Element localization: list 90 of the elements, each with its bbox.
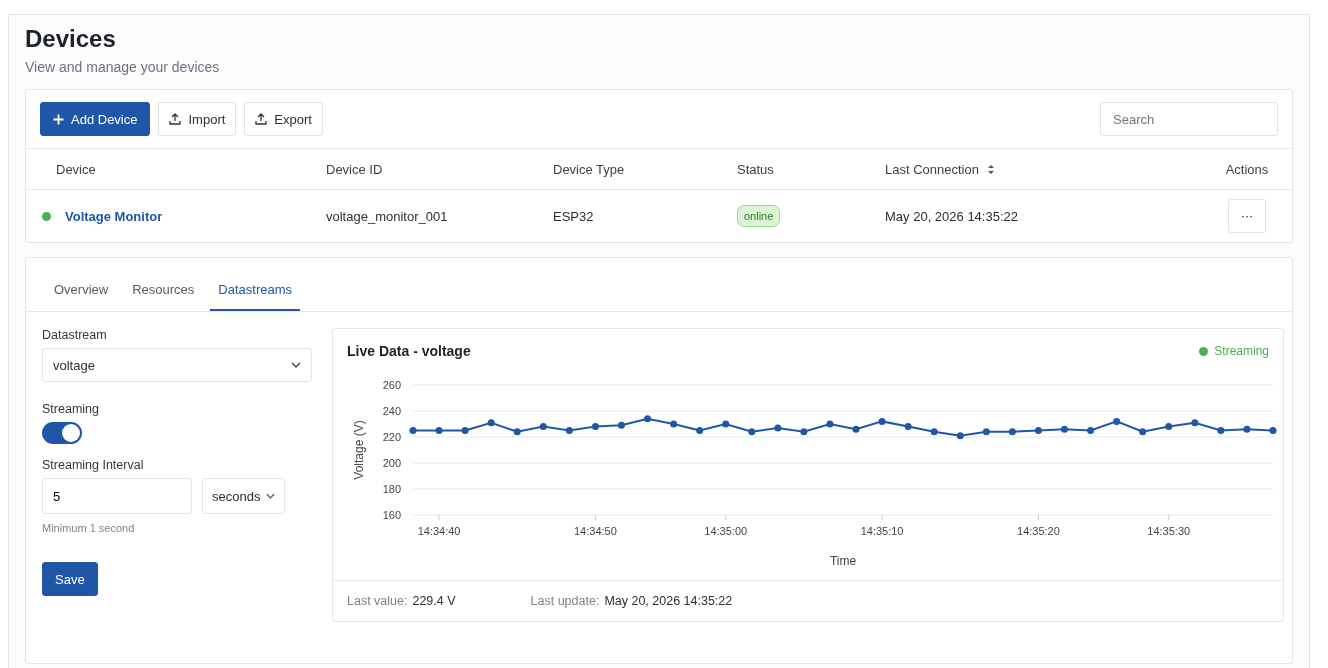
chevron-down-icon bbox=[266, 493, 276, 499]
point bbox=[617, 421, 625, 429]
column-header: Device ID bbox=[326, 161, 384, 177]
point bbox=[930, 428, 938, 436]
point bbox=[1217, 427, 1225, 434]
device-link[interactable]: Voltage Monitor bbox=[65, 208, 163, 224]
point bbox=[409, 427, 417, 434]
search-field[interactable]: Search bbox=[1100, 102, 1278, 136]
x-tick-label: 14:34:50 bbox=[574, 525, 617, 537]
column-header: Status bbox=[737, 161, 775, 177]
table-cell-text: ESP32 bbox=[553, 208, 595, 224]
point bbox=[1034, 427, 1042, 434]
plus-icon bbox=[53, 113, 64, 125]
field-label: Streaming bbox=[42, 402, 100, 416]
x-tick-label: 14:35:20 bbox=[1017, 525, 1060, 537]
point bbox=[565, 427, 573, 434]
y-tick-label: 200 bbox=[382, 457, 401, 469]
point bbox=[487, 419, 495, 427]
save-button[interactable]: Save bbox=[42, 562, 98, 596]
column-header: Last Connection bbox=[885, 161, 1202, 177]
chevron-down-icon bbox=[291, 362, 301, 368]
y-tick-label: 260 bbox=[382, 379, 401, 391]
point bbox=[904, 423, 912, 431]
point bbox=[982, 428, 990, 436]
point bbox=[748, 428, 756, 436]
point bbox=[1269, 427, 1277, 434]
x-axis-title: Time bbox=[829, 554, 857, 568]
y-tick-label: 180 bbox=[382, 483, 401, 495]
y-tick-label: 240 bbox=[382, 405, 401, 417]
point bbox=[1191, 419, 1199, 427]
point bbox=[722, 420, 730, 428]
point bbox=[461, 427, 469, 434]
status-badge: online bbox=[737, 205, 781, 227]
point bbox=[1008, 428, 1016, 436]
x-tick-label: 14:34:40 bbox=[417, 525, 461, 537]
streaming-label: Streaming bbox=[1214, 344, 1269, 358]
point bbox=[852, 425, 860, 433]
unit-select[interactable]: seconds bbox=[202, 478, 286, 514]
last-update-label: Last update: bbox=[530, 594, 600, 608]
y-axis-title: Voltage (V) bbox=[352, 420, 366, 480]
streaming-toggle[interactable] bbox=[42, 422, 82, 444]
last-value-label: Last value: bbox=[347, 594, 408, 608]
point bbox=[670, 420, 678, 428]
toolbar-button[interactable]: Add Device bbox=[40, 102, 151, 136]
page-title: Devices bbox=[25, 25, 117, 53]
toolbar-button[interactable]: Import bbox=[158, 102, 237, 136]
upload-icon bbox=[255, 113, 268, 125]
point bbox=[513, 428, 521, 436]
sort-icon[interactable] bbox=[986, 163, 995, 175]
datastream-select[interactable]: voltage bbox=[42, 348, 312, 382]
point bbox=[539, 423, 547, 431]
column-header: Device bbox=[55, 161, 97, 177]
y-tick-label: 160 bbox=[382, 509, 401, 521]
last-update: May 20, 2026 14:35:22 bbox=[604, 594, 733, 608]
point bbox=[1113, 417, 1121, 425]
page-subtitle: View and manage your devices bbox=[25, 59, 221, 75]
point bbox=[644, 415, 652, 423]
point bbox=[1087, 427, 1095, 434]
column-header: Device Type bbox=[553, 161, 626, 177]
column-header: Actions bbox=[1224, 161, 1270, 177]
field-label: Datastream bbox=[42, 328, 108, 342]
point bbox=[591, 423, 599, 431]
x-tick-label: 14:35:00 bbox=[704, 525, 748, 537]
point bbox=[1165, 423, 1173, 431]
point bbox=[1139, 428, 1147, 436]
point bbox=[696, 427, 704, 434]
point bbox=[435, 427, 443, 434]
toolbar-button[interactable]: Export bbox=[244, 102, 323, 136]
point bbox=[774, 424, 782, 432]
table-cell-text: May 20, 2026 14:35:22 bbox=[885, 208, 1019, 224]
point bbox=[1061, 425, 1069, 433]
y-tick-label: 220 bbox=[382, 431, 401, 443]
tab[interactable]: Datastreams bbox=[210, 282, 301, 311]
interval-input[interactable]: 5 bbox=[42, 478, 192, 514]
point bbox=[826, 420, 834, 428]
tab[interactable]: Resources bbox=[124, 282, 203, 311]
chart-title: Live Data - voltage bbox=[347, 343, 471, 359]
x-tick-label: 14:35:30 bbox=[1147, 525, 1191, 537]
tab[interactable]: Overview bbox=[46, 282, 117, 311]
field-label: Streaming Interval bbox=[42, 458, 145, 472]
last-value: 229.4 V bbox=[412, 594, 456, 608]
upload-icon bbox=[169, 113, 182, 125]
point bbox=[878, 417, 886, 425]
more-actions-button[interactable]: ··· bbox=[1228, 199, 1266, 233]
x-tick-label: 14:35:10 bbox=[860, 525, 904, 537]
point bbox=[800, 428, 808, 436]
hint-text: Minimum 1 second bbox=[42, 522, 136, 534]
point bbox=[1243, 425, 1251, 433]
point bbox=[956, 432, 964, 440]
table-cell-text: voltage_monitor_001 bbox=[326, 208, 449, 224]
